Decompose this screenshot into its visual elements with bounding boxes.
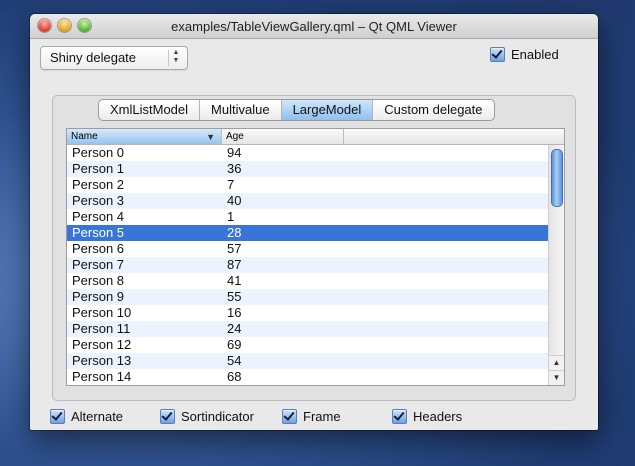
column-header-age[interactable]: Age (222, 129, 344, 144)
table-row[interactable]: Person 9 55 (67, 289, 548, 305)
enabled-checkbox[interactable]: Enabled (490, 47, 559, 62)
table-row[interactable]: Person 0 94 (67, 145, 548, 161)
table-row[interactable]: Person 41 (67, 209, 548, 225)
table-row[interactable]: Person 7 87 (67, 257, 548, 273)
app-window: examples/TableViewGallery.qml – Qt QML V… (30, 14, 598, 430)
checkbox-checked-icon (392, 409, 407, 424)
table-view[interactable]: Name ▼ Age Person 0 94 Person 1 36 Person … (66, 128, 565, 386)
delegate-combo[interactable]: Shiny delegate ▲ ▼ (40, 46, 188, 70)
window-title: examples/TableViewGallery.qml – Qt QML V… (171, 19, 457, 34)
table-row[interactable]: Person 3 40 (67, 193, 548, 209)
alternate-checkbox[interactable]: Alternate (50, 409, 123, 424)
sortindicator-label: Sortindicator (181, 409, 254, 424)
alternate-label: Alternate (71, 409, 124, 424)
vertical-scrollbar[interactable]: ▲ ▼ (548, 145, 564, 385)
table-row[interactable]: Person 6 57 (67, 241, 548, 257)
table-row[interactable]: Person 10 16 (67, 305, 548, 321)
frame-checkbox[interactable]: Frame (282, 409, 341, 424)
headers-checkbox[interactable]: Headers (392, 409, 462, 424)
checkbox-checked-icon (160, 409, 175, 424)
headers-label: Headers (413, 409, 463, 424)
scroll-up-arrow-icon[interactable]: ▲ (549, 355, 564, 370)
table-row[interactable]: Person 1 36 (67, 161, 548, 177)
table-row[interactable]: Person 27 (67, 177, 548, 193)
table-row[interactable]: Person 8 41 (67, 273, 548, 289)
table-row[interactable]: Person 12 69 (67, 337, 548, 353)
tab-largemodel[interactable]: LargeModel (281, 100, 374, 120)
sort-descending-icon: ▼ (206, 132, 215, 142)
checkbox-checked-icon (50, 409, 65, 424)
tab-multivalue[interactable]: Multivalue (200, 100, 282, 120)
tab-custom-delegate[interactable]: Custom delegate (373, 100, 493, 120)
table-header: Name ▼ Age (67, 129, 564, 145)
table-rows: Person 0 94 Person 1 36 Person 27 Person 3… (67, 145, 548, 385)
checkbox-checked-icon (282, 409, 297, 424)
title-bar[interactable]: examples/TableViewGallery.qml – Qt QML V… (30, 14, 598, 39)
table-row[interactable]: Person 14 68 (67, 369, 548, 385)
table-row[interactable]: Person 11 24 (67, 321, 548, 337)
column-header-filler (343, 129, 564, 144)
checkbox-checked-icon (490, 47, 505, 62)
sortindicator-checkbox[interactable]: Sortindicator (160, 409, 254, 424)
table-row[interactable]: Person 13 54 (67, 353, 548, 369)
frame-label: Frame (303, 409, 341, 424)
delegate-combo-value: Shiny delegate (50, 50, 137, 65)
tab-bar: XmlListModel Multivalue LargeModel Custo… (98, 99, 495, 121)
tab-xmllistmodel[interactable]: XmlListModel (99, 100, 201, 120)
combo-arrows-icon: ▲ ▼ (172, 49, 180, 64)
window-content: Shiny delegate ▲ ▼ Enabled XmlListModel M… (30, 39, 598, 430)
table-row-selected[interactable]: Person 5 28 (67, 225, 548, 241)
scroll-down-arrow-icon[interactable]: ▼ (549, 370, 564, 385)
column-header-name[interactable]: Name ▼ (67, 129, 222, 144)
scrollbar-thumb[interactable] (551, 149, 563, 207)
enabled-label: Enabled (511, 47, 559, 62)
